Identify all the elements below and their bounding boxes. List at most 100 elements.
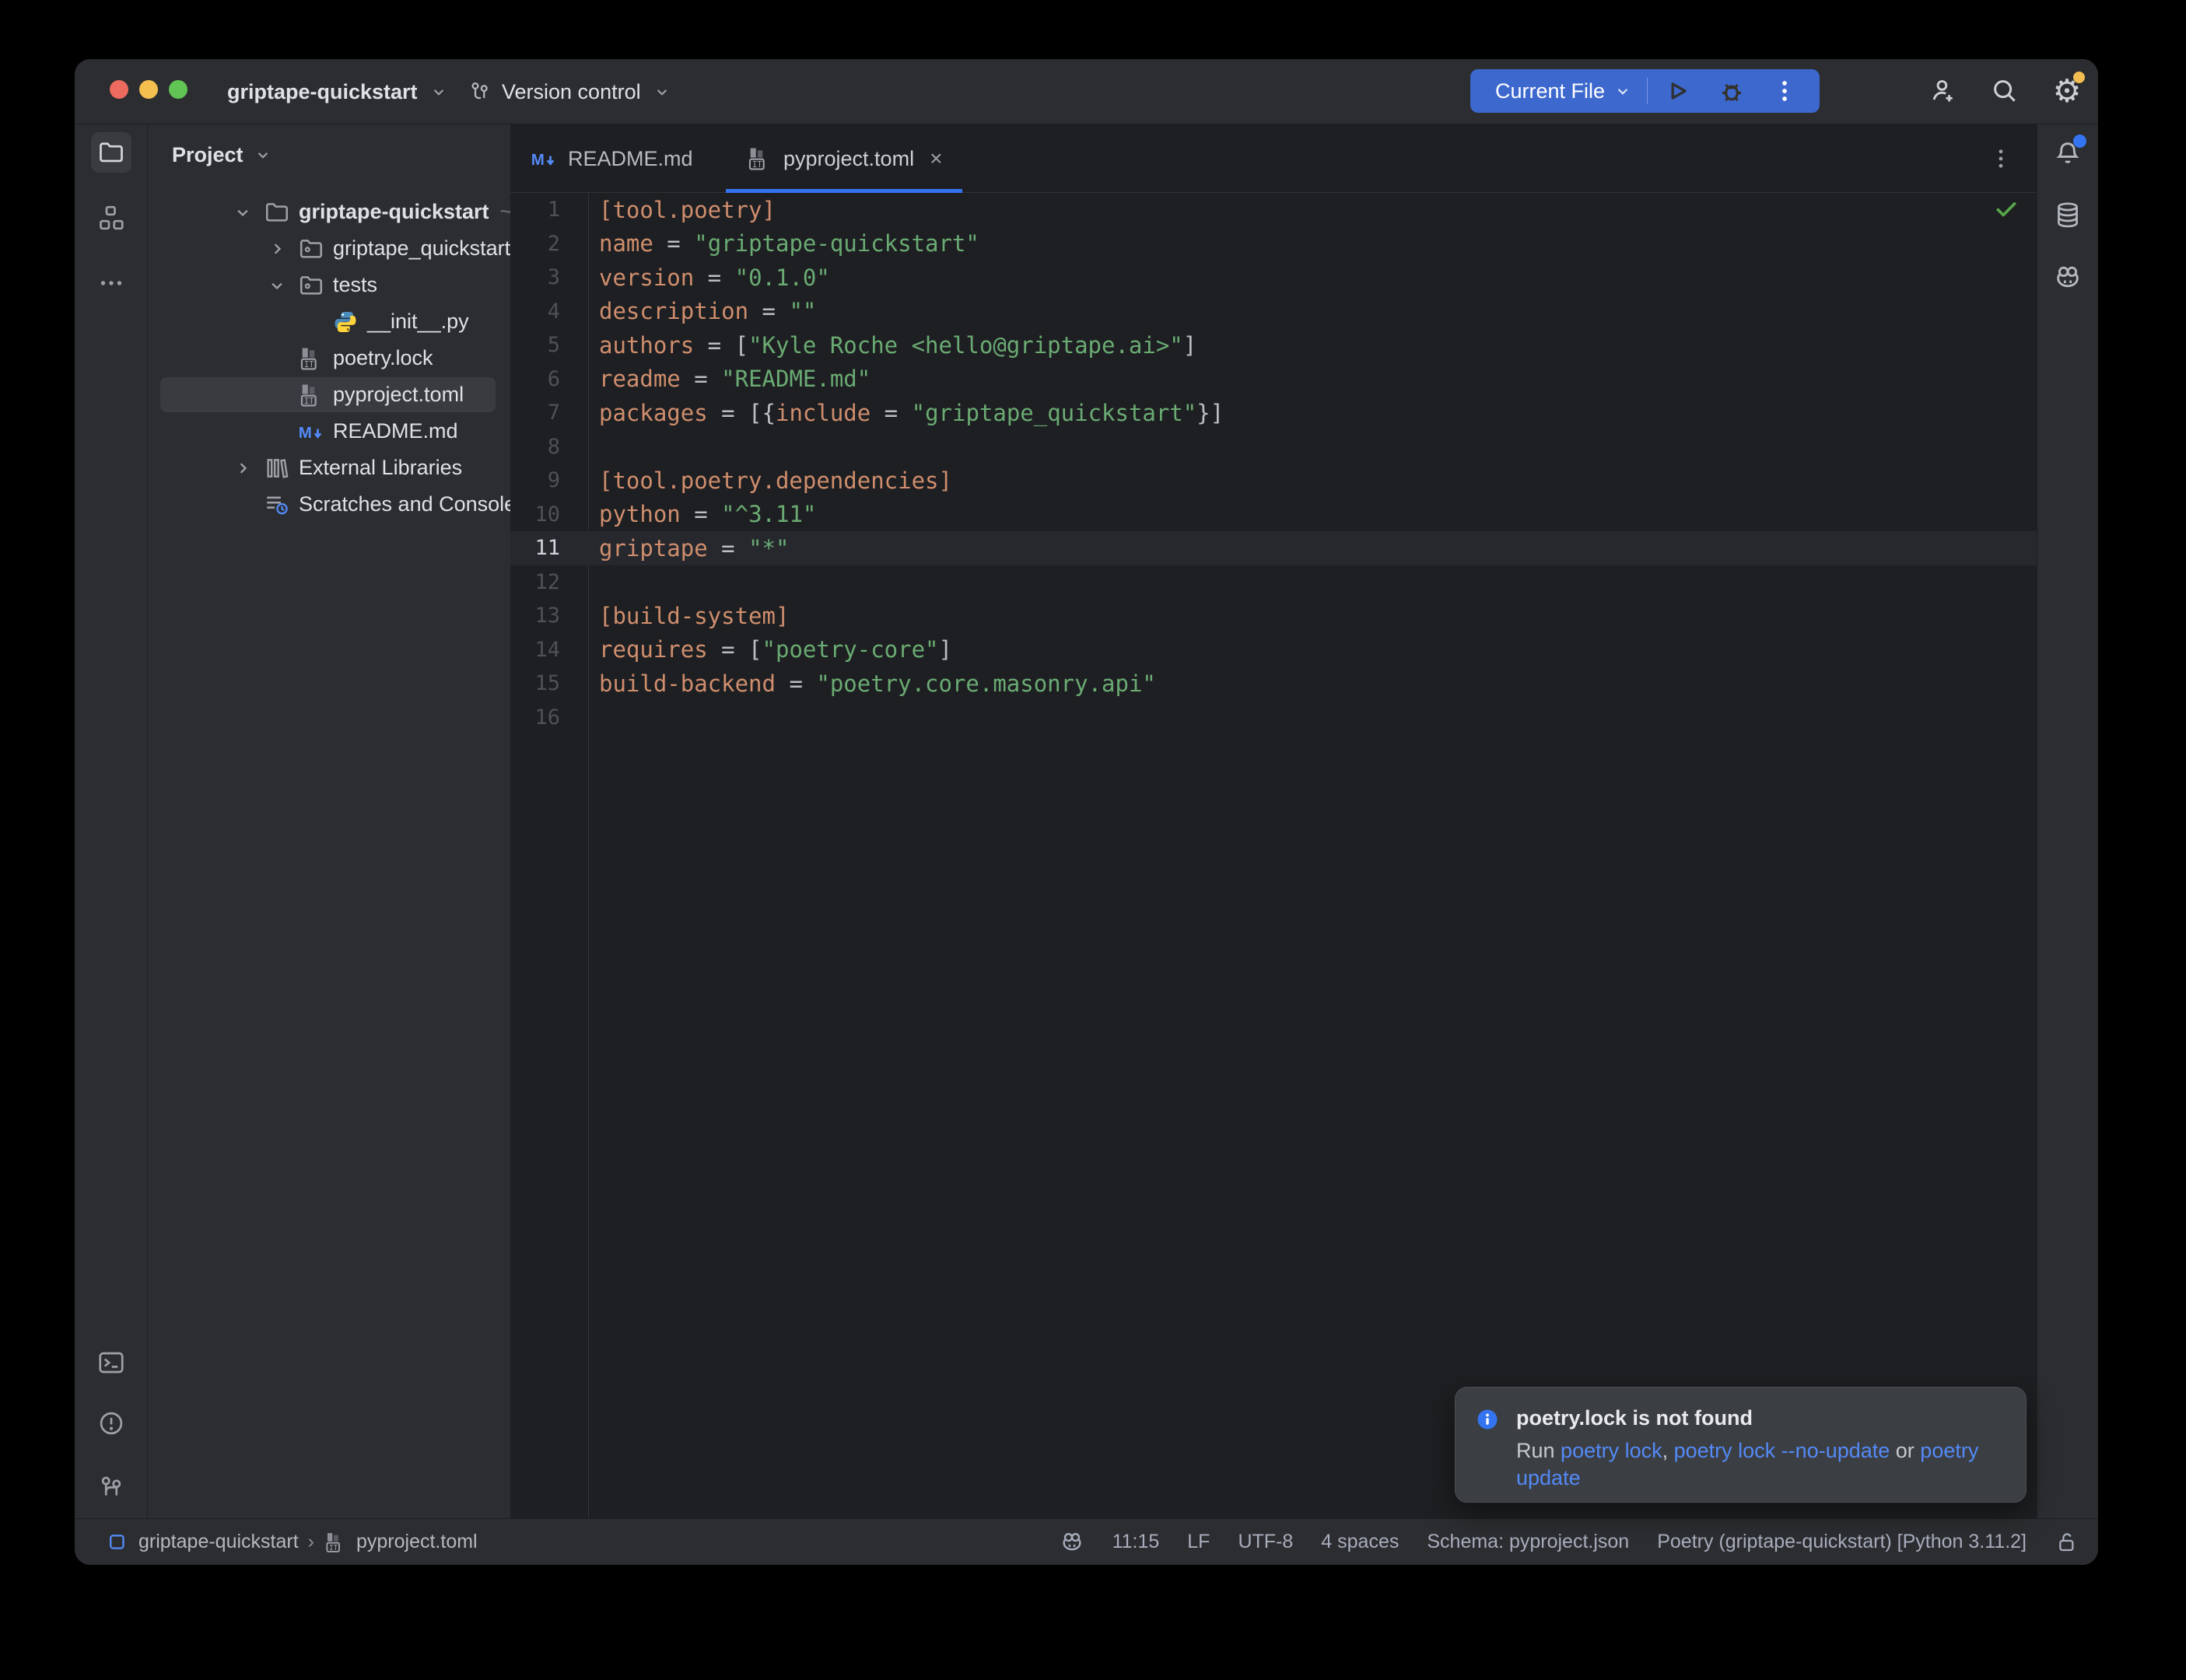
tree-item-poetry-lock[interactable]: ITpoetry.lock [148, 340, 510, 376]
line-number: 6 [510, 367, 560, 391]
editor-tab-pyproject-toml[interactable]: ITpyproject.toml× [726, 124, 962, 193]
project-tool-button[interactable] [91, 132, 131, 173]
tab-label: pyproject.toml [783, 147, 914, 171]
chevron-right-icon[interactable] [226, 455, 260, 481]
debug-icon[interactable] [1716, 75, 1747, 107]
line-number: 3 [510, 265, 560, 289]
info-icon [1476, 1408, 1499, 1431]
code-line-7[interactable]: 7packages = [{include = "griptape_quicks… [510, 396, 2037, 430]
chevron-down-icon[interactable] [260, 272, 294, 299]
line-number: 1 [510, 198, 560, 222]
minimize-window-button[interactable] [139, 80, 158, 99]
code-line-1[interactable]: 1[tool.poetry] [510, 193, 2037, 227]
code-line-12[interactable]: 12 [510, 565, 2037, 600]
code-line-6[interactable]: 6readme = "README.md" [510, 362, 2037, 397]
notification-popup[interactable]: poetry.lock is not found Run poetry lock… [1455, 1387, 2027, 1503]
tree-item-tests[interactable]: tests [148, 267, 510, 303]
unlocked-icon[interactable] [2055, 1530, 2079, 1555]
code-line-text: packages = [{include = "griptape_quickst… [560, 400, 1224, 426]
notification-text: , [1662, 1439, 1674, 1462]
status-item-1[interactable]: LF [1187, 1531, 1210, 1553]
tree-item-label: pyproject.toml [333, 383, 464, 407]
code-line-text: description = "" [560, 298, 816, 324]
more-run-options-icon[interactable] [1769, 75, 1800, 107]
maximize-window-button[interactable] [169, 80, 187, 99]
code-line-3[interactable]: 3version = "0.1.0" [510, 261, 2037, 295]
status-item-2[interactable]: UTF-8 [1238, 1531, 1293, 1553]
vcs-menu[interactable]: Version control [468, 59, 672, 124]
status-breadcrumb[interactable]: griptape-quickstart › IT pyproject.toml [75, 1531, 478, 1554]
problems-tool-button[interactable] [91, 1403, 131, 1444]
code-line-8[interactable]: 8 [510, 430, 2037, 464]
breadcrumb-file[interactable]: pyproject.toml [356, 1531, 478, 1553]
code-line-15[interactable]: 15build-backend = "poetry.core.masonry.a… [510, 667, 2037, 701]
notifications-bell-icon[interactable] [2048, 133, 2088, 173]
project-panel-header[interactable]: Project [172, 137, 273, 173]
search-icon[interactable] [1988, 75, 2021, 107]
tree-item-external-libraries[interactable]: External Libraries [148, 450, 510, 486]
line-number: 8 [510, 435, 560, 459]
tree-item-readme-md[interactable]: MREADME.md [148, 413, 510, 450]
notification-link[interactable]: poetry lock --no-update [1674, 1439, 1890, 1462]
workspace-icon [106, 1531, 129, 1554]
code-line-2[interactable]: 2name = "griptape-quickstart" [510, 227, 2037, 261]
database-tool-icon[interactable] [2048, 195, 2088, 236]
code-line-text: [build-system] [560, 603, 789, 629]
status-item-3[interactable]: 4 spaces [1321, 1531, 1399, 1553]
git-branch-icon [468, 80, 491, 103]
tree-item-label: __init__.py [367, 310, 469, 334]
line-number: 7 [510, 401, 560, 425]
more-tool-windows-button[interactable] [91, 263, 131, 303]
tree-item-label: griptape-quickstart [299, 200, 489, 224]
version-control-tool-button[interactable] [91, 1468, 131, 1508]
terminal-tool-button[interactable] [91, 1342, 131, 1383]
project-menu[interactable]: griptape-quickstart [227, 59, 449, 124]
tree-item--init-py[interactable]: __init__.py [148, 303, 510, 340]
vcs-menu-label: Version control [502, 80, 641, 104]
line-number: 11 [510, 536, 560, 560]
code-line-16[interactable]: 16 [510, 701, 2037, 735]
code-content[interactable]: 1[tool.poetry]2name = "griptape-quicksta… [510, 193, 2037, 734]
editor-tab-readme-md[interactable]: MREADME.md [510, 124, 722, 193]
ai-assistant-status-icon[interactable] [1060, 1530, 1084, 1555]
chevron-down-icon[interactable] [226, 199, 260, 226]
close-tab-icon[interactable]: × [930, 146, 942, 171]
svg-text:IT: IT [304, 396, 314, 406]
project-menu-label: griptape-quickstart [227, 80, 418, 104]
structure-tool-button[interactable] [91, 198, 131, 238]
code-line-text: version = "0.1.0" [560, 264, 830, 291]
run-icon[interactable] [1662, 75, 1693, 107]
breadcrumb-project[interactable]: griptape-quickstart [138, 1531, 299, 1553]
close-window-button[interactable] [110, 80, 128, 99]
folder-icon [260, 199, 294, 226]
status-widgets: 11:15 LF UTF-8 4 spaces Schema: pyproject.js… [1060, 1530, 2098, 1555]
tree-item-pyproject-toml[interactable]: IT pyproject.toml [148, 376, 510, 413]
tab-options-kebab-icon[interactable] [1985, 143, 2016, 174]
tree-item-label: poetry.lock [333, 346, 433, 370]
scratches-icon [260, 492, 294, 518]
add-user-icon[interactable] [1927, 75, 1960, 107]
line-number: 5 [510, 333, 560, 357]
status-item-0[interactable]: 11:15 [1112, 1531, 1160, 1553]
code-line-11[interactable]: 11griptape = "*" [510, 531, 2037, 565]
tree-item-griptape-quickstart[interactable]: griptape-quickstart~/Docume [148, 194, 510, 230]
code-line-5[interactable]: 5authors = ["Kyle Roche <hello@griptape.… [510, 328, 2037, 362]
toml-file-icon: IT [324, 1531, 347, 1554]
chevron-right-icon[interactable] [260, 236, 294, 262]
status-item-5[interactable]: Poetry (griptape-quickstart) [Python 3.1… [1657, 1531, 2027, 1553]
notification-text: Run [1516, 1439, 1561, 1462]
tree-item-griptape-quickstart[interactable]: griptape_quickstart [148, 230, 510, 267]
run-configuration-widget[interactable]: Current File [1470, 69, 1820, 113]
toml-icon: IT [294, 345, 328, 372]
code-line-13[interactable]: 13[build-system] [510, 599, 2037, 633]
ai-assistant-icon[interactable] [2048, 257, 2088, 298]
settings-gear-icon[interactable]: ⚙ [2051, 75, 2083, 107]
code-line-14[interactable]: 14requires = ["poetry-core"] [510, 633, 2037, 667]
code-line-4[interactable]: 4description = "" [510, 295, 2037, 329]
code-line-10[interactable]: 10python = "^3.11" [510, 498, 2037, 532]
code-line-9[interactable]: 9[tool.poetry.dependencies] [510, 464, 2037, 498]
status-item-4[interactable]: Schema: pyproject.json [1427, 1531, 1629, 1553]
tree-item-scratches-and-consoles[interactable]: Scratches and Consoles [148, 486, 510, 523]
notification-link[interactable]: poetry lock [1561, 1439, 1662, 1462]
lib-icon [260, 455, 294, 481]
